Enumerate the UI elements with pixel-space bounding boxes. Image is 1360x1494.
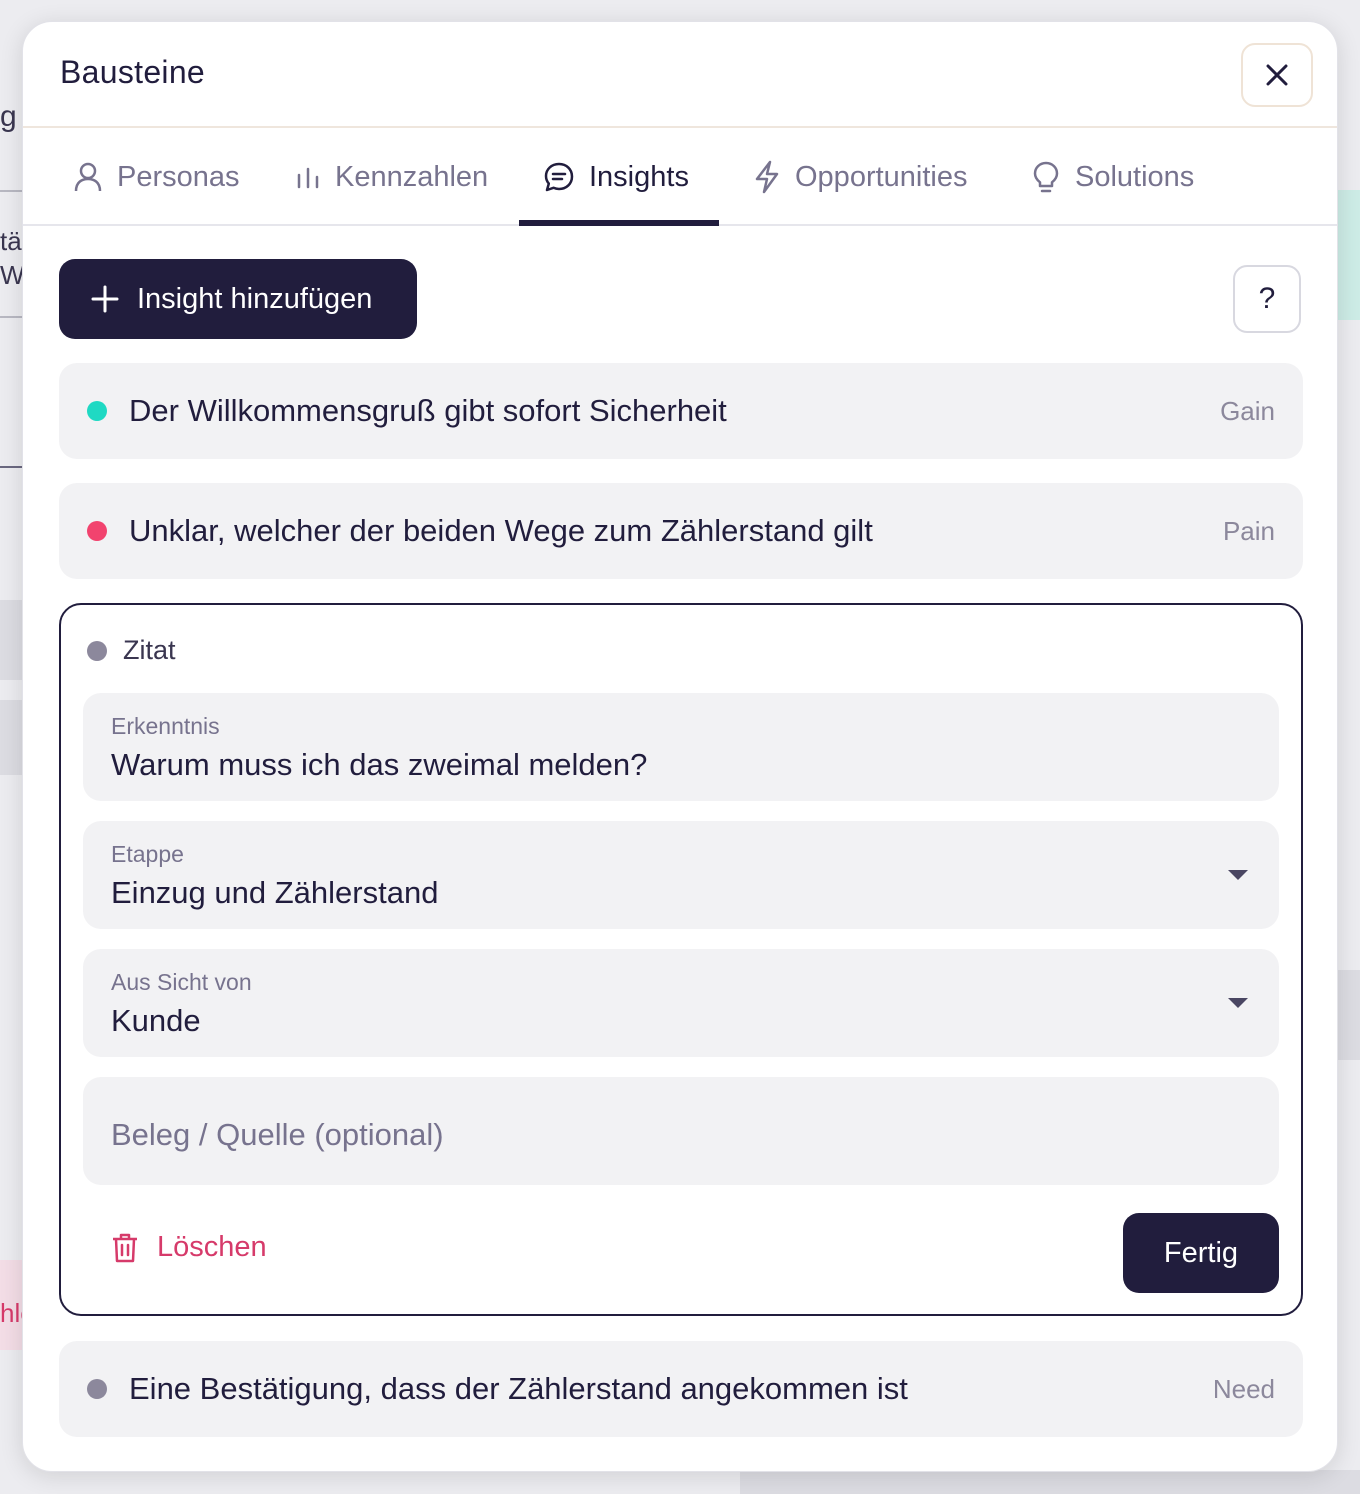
add-insight-button[interactable]: Insight hinzufügen xyxy=(59,259,417,339)
chat-bubble-icon xyxy=(544,162,574,192)
tab-opportunities[interactable]: Opportunities xyxy=(753,128,968,226)
insight-item[interactable]: Eine Bestätigung, dass der Zählerstand a… xyxy=(59,1341,1303,1437)
tab-label: Opportunities xyxy=(795,160,968,193)
erkenntnis-label: Erkenntnis xyxy=(111,713,220,739)
tab-insights[interactable]: Insights xyxy=(543,128,689,226)
close-icon xyxy=(1266,64,1288,86)
beleg-input[interactable]: Beleg / Quelle (optional) xyxy=(83,1077,1279,1185)
tab-label: Personas xyxy=(117,160,240,193)
need-status-dot xyxy=(87,1379,107,1399)
etappe-select[interactable]: Etappe Einzug und Zählerstand xyxy=(83,821,1279,929)
background-divider xyxy=(0,190,22,192)
quote-status-dot xyxy=(87,640,107,661)
background-divider xyxy=(0,316,22,318)
delete-button[interactable]: Löschen xyxy=(111,1231,267,1264)
sicht-label: Aus Sicht von xyxy=(111,969,252,995)
insight-editor: Zitat Erkenntnis Warum muss ich das zwei… xyxy=(59,603,1303,1316)
modal-title: Bausteine xyxy=(60,54,206,90)
insight-type-label: Zitat xyxy=(123,635,176,665)
close-button[interactable] xyxy=(1241,43,1313,107)
tab-bar: Personas Kennzahlen Insights Opportuniti… xyxy=(23,128,1337,226)
background-text: W xyxy=(0,260,25,290)
background-band xyxy=(740,1470,1360,1494)
lightning-icon xyxy=(755,160,779,194)
etappe-value: Einzug und Zählerstand xyxy=(111,875,439,910)
insight-type-header: Zitat xyxy=(87,635,176,666)
person-icon xyxy=(74,162,102,192)
help-button[interactable]: ? xyxy=(1233,265,1301,333)
gain-status-dot xyxy=(87,401,107,421)
done-button[interactable]: Fertig xyxy=(1123,1213,1279,1293)
background-divider xyxy=(0,466,22,468)
insight-tag: Gain xyxy=(1220,395,1275,426)
chevron-down-icon[interactable] xyxy=(1227,997,1249,1009)
insight-text: Eine Bestätigung, dass der Zählerstand a… xyxy=(129,1371,908,1406)
insight-tag: Need xyxy=(1212,1373,1275,1404)
pain-status-dot xyxy=(87,521,107,541)
tab-label: Solutions xyxy=(1075,160,1195,193)
lightbulb-icon xyxy=(1033,161,1059,193)
active-tab-indicator xyxy=(519,220,719,226)
bausteine-modal: Bausteine Personas Kennzahlen Insights O… xyxy=(22,21,1338,1472)
delete-label: Löschen xyxy=(157,1231,267,1263)
insight-item[interactable]: Der Willkommensgruß gibt sofort Sicherhe… xyxy=(59,363,1303,459)
tab-solutions[interactable]: Solutions xyxy=(1031,128,1194,226)
tab-label: Insights xyxy=(589,160,689,193)
background-text: g xyxy=(0,100,17,133)
trash-icon xyxy=(113,1233,137,1262)
insight-item[interactable]: Unklar, welcher der beiden Wege zum Zähl… xyxy=(59,483,1303,579)
insight-text: Unklar, welcher der beiden Wege zum Zähl… xyxy=(129,513,873,548)
erkenntnis-value[interactable]: Warum muss ich das zweimal melden? xyxy=(111,747,647,783)
etappe-label: Etappe xyxy=(111,841,184,867)
tab-kennzahlen[interactable]: Kennzahlen xyxy=(295,128,488,226)
sicht-value: Kunde xyxy=(111,1003,201,1038)
tab-personas[interactable]: Personas xyxy=(73,128,240,226)
modal-header: Bausteine xyxy=(23,22,1337,128)
sicht-select[interactable]: Aus Sicht von Kunde xyxy=(83,949,1279,1057)
bar-chart-icon xyxy=(297,167,319,189)
add-insight-label: Insight hinzufügen xyxy=(137,282,373,315)
insight-tag: Pain xyxy=(1222,515,1275,546)
plus-icon xyxy=(91,285,119,313)
erkenntnis-field[interactable]: Erkenntnis Warum muss ich das zweimal me… xyxy=(83,693,1279,801)
beleg-placeholder: Beleg / Quelle (optional) xyxy=(111,1117,444,1152)
tab-label: Kennzahlen xyxy=(335,160,489,193)
insight-text: Der Willkommensgruß gibt sofort Sicherhe… xyxy=(129,393,727,428)
chevron-down-icon[interactable] xyxy=(1227,869,1249,881)
